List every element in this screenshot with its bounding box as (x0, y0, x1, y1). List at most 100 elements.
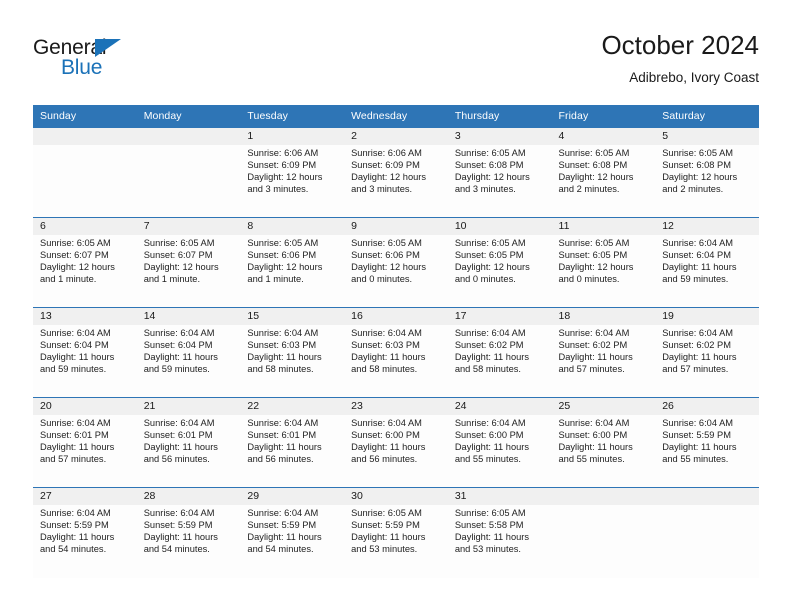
day-detail: Sunrise: 6:05 AM Sunset: 6:08 PM Daylight:… (655, 145, 759, 196)
calendar-day-cell[interactable]: 24 Sunrise: 6:04 AM Sunset: 6:00 PM Dayligh… (447, 397, 552, 488)
day-detail: Sunrise: 6:05 AM Sunset: 6:06 PM Daylight:… (240, 235, 344, 286)
day-daylight-text: Daylight: 11 hours (40, 351, 115, 362)
day-sunset-text: Sunset: 6:09 PM (247, 159, 317, 170)
calendar-day-cell[interactable]: 21 Sunrise: 6:04 AM Sunset: 6:01 PM Dayligh… (136, 397, 241, 488)
day-daylight-text: Daylight: 12 hours (247, 261, 323, 272)
day-sunrise-text: Sunrise: 6:06 AM (351, 148, 422, 158)
calendar-day-cell[interactable]: 16 Sunrise: 6:04 AM Sunset: 6:03 PM Dayligh… (344, 307, 448, 398)
day-sunset-text: Sunset: 6:06 PM (351, 249, 420, 260)
day-daylight-text: Daylight: 11 hours (662, 261, 737, 272)
weekday-header-saturday: Saturday (655, 105, 759, 128)
day-detail: Sunrise: 6:04 AM Sunset: 5:59 PM Daylight:… (33, 505, 137, 556)
day-sunset-text: Sunset: 6:02 PM (662, 339, 731, 350)
calendar-day-cell[interactable]: 10 Sunrise: 6:05 AM Sunset: 6:05 PM Dayligh… (447, 217, 552, 308)
day-sunrise-text: Sunrise: 6:04 AM (143, 328, 215, 338)
day-number: 14 (136, 308, 241, 325)
day-sunset-text: Sunset: 6:00 PM (351, 429, 420, 440)
day-daylight-text: Daylight: 11 hours (454, 441, 530, 452)
day-daylight-text: and 0 minutes. (454, 273, 516, 284)
day-sunrise-text: Sunrise: 6:04 AM (40, 418, 111, 428)
calendar-week-row: 6 Sunrise: 6:05 AM Sunset: 6:07 PM Daylight… (33, 217, 759, 308)
calendar-day-cell[interactable]: 9 Sunrise: 6:05 AM Sunset: 6:06 PM Daylight… (344, 217, 448, 308)
day-number: 11 (551, 218, 656, 235)
day-number: 25 (551, 398, 656, 415)
calendar-day-cell[interactable]: 18 Sunrise: 6:04 AM Sunset: 6:02 PM Dayligh… (551, 307, 656, 398)
day-daylight-text: and 1 minute. (143, 273, 201, 284)
day-number: 16 (344, 308, 448, 325)
day-sunrise-text: Sunrise: 6:05 AM (558, 148, 630, 158)
day-detail: Sunrise: 6:04 AM Sunset: 6:01 PM Daylight:… (240, 415, 344, 466)
calendar-day-cell[interactable]: 12 Sunrise: 6:04 AM Sunset: 6:04 PM Dayligh… (655, 217, 759, 308)
calendar-day-cell[interactable]: 15 Sunrise: 6:04 AM Sunset: 6:03 PM Dayligh… (240, 307, 345, 398)
day-number: 10 (447, 218, 552, 235)
day-number: 15 (240, 308, 345, 325)
day-sunset-text: Sunset: 6:08 PM (662, 159, 731, 170)
day-daylight-text: Daylight: 11 hours (662, 441, 737, 452)
logo-text-blue: Blue (61, 56, 103, 79)
day-sunrise-text: Sunrise: 6:04 AM (247, 418, 319, 428)
day-sunset-text: Sunset: 6:07 PM (143, 249, 213, 260)
calendar-day-cell[interactable]: 23 Sunrise: 6:04 AM Sunset: 6:00 PM Dayligh… (344, 397, 448, 488)
calendar-day-cell[interactable]: 3 Sunrise: 6:05 AM Sunset: 6:08 PM Daylight… (447, 127, 552, 218)
day-detail: Sunrise: 6:04 AM Sunset: 5:59 PM Daylight:… (240, 505, 344, 556)
day-sunrise-text: Sunrise: 6:05 AM (454, 238, 526, 248)
day-detail: Sunrise: 6:05 AM Sunset: 6:07 PM Daylight:… (33, 235, 137, 286)
day-sunrise-text: Sunrise: 6:05 AM (247, 238, 319, 248)
calendar-day-cell[interactable]: 29 Sunrise: 6:04 AM Sunset: 5:59 PM Dayligh… (240, 487, 345, 578)
day-sunset-text: Sunset: 6:07 PM (40, 249, 109, 260)
day-daylight-text: and 55 minutes. (662, 453, 729, 464)
calendar-day-cell[interactable]: 19 Sunrise: 6:04 AM Sunset: 6:02 PM Dayligh… (655, 307, 759, 398)
day-detail: Sunrise: 6:04 AM Sunset: 6:03 PM Daylight:… (240, 325, 344, 376)
day-sunset-text: Sunset: 6:04 PM (143, 339, 213, 350)
calendar-day-cell[interactable]: 28 Sunrise: 6:04 AM Sunset: 5:59 PM Dayligh… (136, 487, 241, 578)
calendar-day-cell[interactable]: 11 Sunrise: 6:05 AM Sunset: 6:05 PM Dayligh… (551, 217, 656, 308)
day-daylight-text: Daylight: 11 hours (40, 531, 115, 542)
day-daylight-text: and 57 minutes. (662, 363, 729, 374)
calendar-body: 1 Sunrise: 6:06 AM Sunset: 6:09 PM Daylight… (33, 127, 759, 578)
calendar-day-cell[interactable]: 26 Sunrise: 6:04 AM Sunset: 5:59 PM Dayligh… (655, 397, 759, 488)
day-number: 19 (655, 308, 759, 325)
day-sunset-text: Sunset: 6:08 PM (454, 159, 524, 170)
day-detail: Sunrise: 6:04 AM Sunset: 6:00 PM Daylight:… (552, 415, 656, 466)
day-number: 9 (344, 218, 448, 235)
day-sunset-text: Sunset: 6:02 PM (558, 339, 628, 350)
day-sunset-text: Sunset: 6:04 PM (662, 249, 731, 260)
calendar-day-cell[interactable]: 6 Sunrise: 6:05 AM Sunset: 6:07 PM Daylight… (33, 217, 137, 308)
calendar-day-cell[interactable]: 2 Sunrise: 6:06 AM Sunset: 6:09 PM Daylight… (344, 127, 448, 218)
calendar-day-cell[interactable]: 1 Sunrise: 6:06 AM Sunset: 6:09 PM Daylight… (240, 127, 345, 218)
day-sunset-text: Sunset: 6:03 PM (247, 339, 317, 350)
weekday-header-wednesday: Wednesday (344, 105, 448, 128)
calendar-day-cell[interactable]: 25 Sunrise: 6:04 AM Sunset: 6:00 PM Dayligh… (551, 397, 656, 488)
calendar-day-cell-empty (33, 127, 137, 218)
day-sunset-text: Sunset: 6:01 PM (143, 429, 213, 440)
day-daylight-text: Daylight: 11 hours (558, 351, 633, 362)
calendar-week-row: 20 Sunrise: 6:04 AM Sunset: 6:01 PM Dayligh… (33, 397, 759, 488)
calendar-day-cell[interactable]: 22 Sunrise: 6:04 AM Sunset: 6:01 PM Dayligh… (240, 397, 345, 488)
calendar-day-cell[interactable]: 7 Sunrise: 6:05 AM Sunset: 6:07 PM Daylight… (136, 217, 241, 308)
day-daylight-text: and 59 minutes. (40, 363, 107, 374)
day-sunrise-text: Sunrise: 6:04 AM (351, 328, 422, 338)
calendar-day-cell[interactable]: 31 Sunrise: 6:05 AM Sunset: 5:58 PM Dayligh… (447, 487, 552, 578)
general-blue-logo[interactable]: General Blue (33, 36, 183, 88)
weekday-header-row: Sunday Monday Tuesday Wednesday Thursday… (33, 105, 759, 128)
day-number: 3 (447, 128, 552, 145)
calendar-day-cell[interactable]: 13 Sunrise: 6:04 AM Sunset: 6:04 PM Dayligh… (33, 307, 137, 398)
calendar-day-cell[interactable]: 20 Sunrise: 6:04 AM Sunset: 6:01 PM Dayligh… (33, 397, 137, 488)
calendar-week-row: 27 Sunrise: 6:04 AM Sunset: 5:59 PM Dayligh… (33, 487, 759, 578)
calendar-day-cell[interactable]: 17 Sunrise: 6:04 AM Sunset: 6:02 PM Dayligh… (447, 307, 552, 398)
weekday-header-tuesday: Tuesday (240, 105, 345, 128)
day-number: 26 (655, 398, 759, 415)
calendar-day-cell[interactable]: 5 Sunrise: 6:05 AM Sunset: 6:08 PM Daylight… (655, 127, 759, 218)
day-number: 8 (240, 218, 345, 235)
day-sunset-text: Sunset: 6:06 PM (247, 249, 317, 260)
day-number: 5 (655, 128, 759, 145)
day-daylight-text: and 56 minutes. (143, 453, 210, 464)
day-sunset-text: Sunset: 6:01 PM (247, 429, 317, 440)
calendar-day-cell[interactable]: 4 Sunrise: 6:05 AM Sunset: 6:08 PM Daylight… (551, 127, 656, 218)
calendar-day-cell[interactable]: 27 Sunrise: 6:04 AM Sunset: 5:59 PM Dayligh… (33, 487, 137, 578)
calendar-day-cell[interactable]: 8 Sunrise: 6:05 AM Sunset: 6:06 PM Daylight… (240, 217, 345, 308)
day-sunset-text: Sunset: 6:08 PM (558, 159, 628, 170)
calendar-day-cell[interactable]: 14 Sunrise: 6:04 AM Sunset: 6:04 PM Dayligh… (136, 307, 241, 398)
day-sunrise-text: Sunrise: 6:04 AM (40, 328, 111, 338)
calendar-day-cell[interactable]: 30 Sunrise: 6:05 AM Sunset: 5:59 PM Dayligh… (344, 487, 448, 578)
